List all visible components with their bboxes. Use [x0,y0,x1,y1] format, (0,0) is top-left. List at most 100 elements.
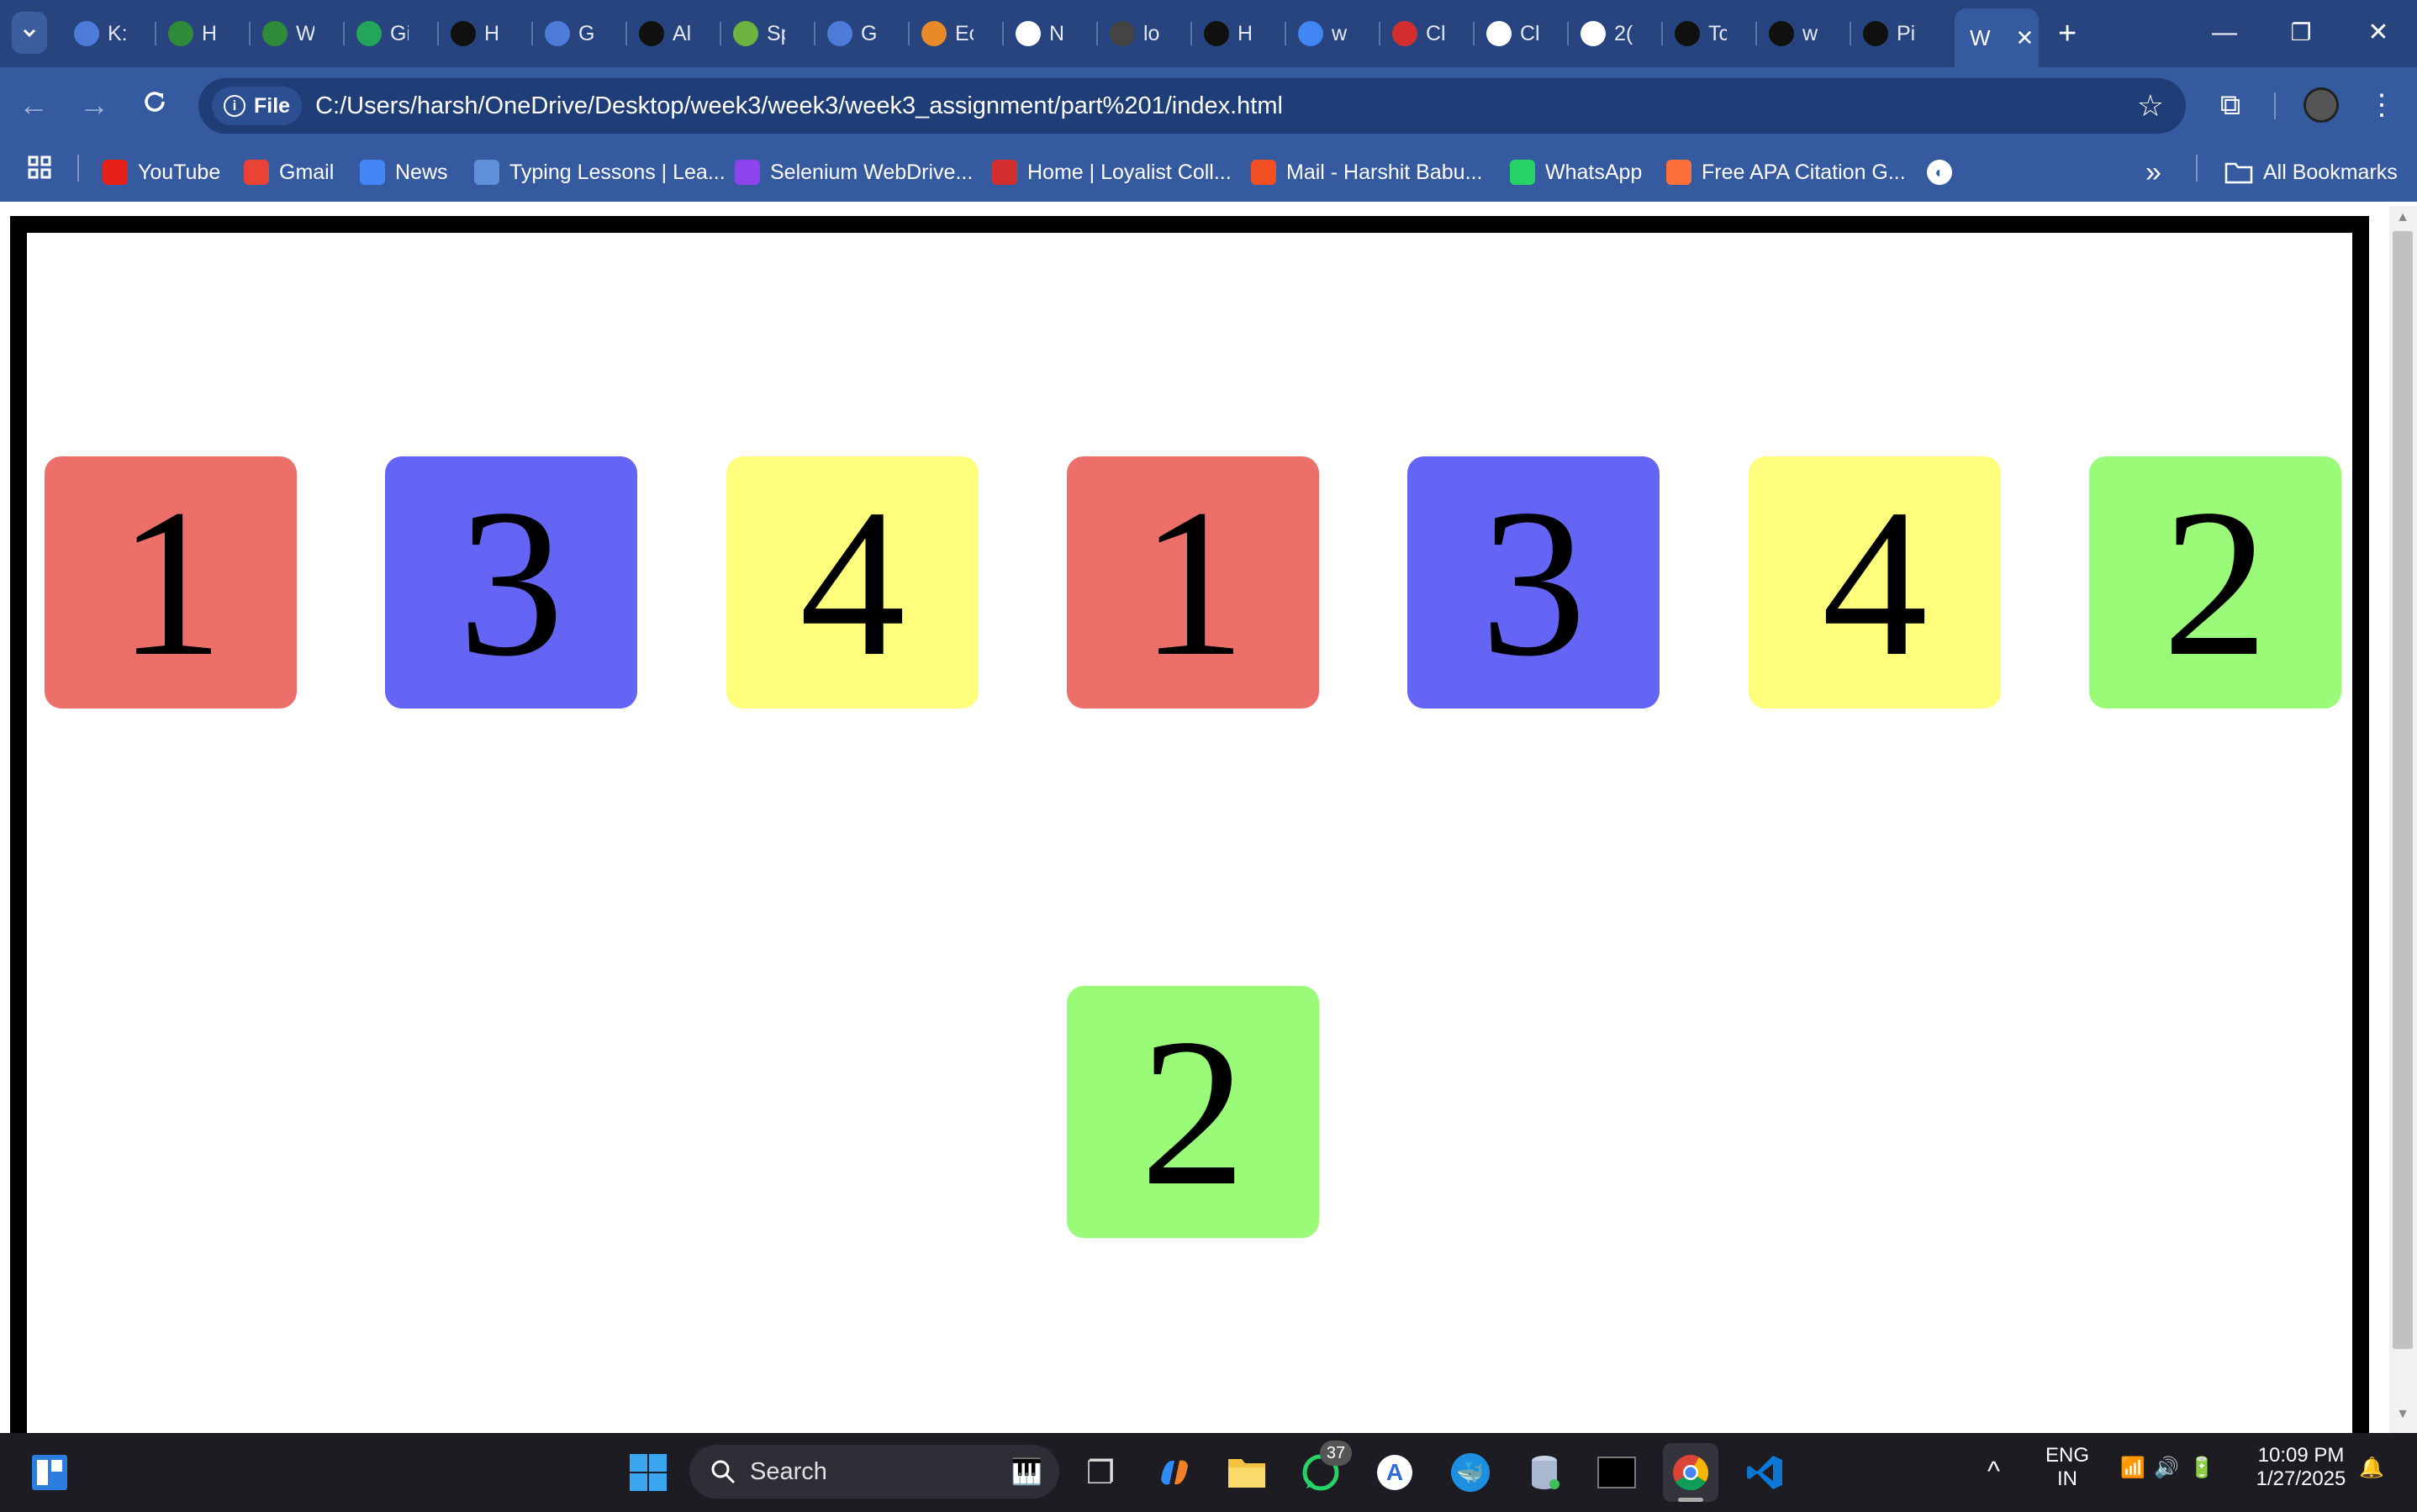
tab-chatgpt-icon [451,21,476,46]
bookmark-3[interactable]: News [360,151,448,193]
tab-18[interactable]: Tc [1675,10,1727,57]
back-button[interactable]: ← [15,84,52,126]
tab-label: Cl [1426,21,1444,45]
bookmark-favicon-icon [474,160,499,185]
extensions-icon[interactable]: ⧉ [2211,86,2250,124]
tab-9[interactable]: G [827,10,879,57]
widgets-button[interactable] [22,1443,77,1502]
scrollbar-thumb[interactable] [2393,231,2413,1349]
tab-active[interactable]: W ✕ [1955,8,2039,67]
tab-label: W [296,21,314,45]
page-container [10,216,2369,1433]
tab-8[interactable]: Sp [733,10,785,57]
tab-app-icon [74,21,99,46]
bookmark-favicon-icon [735,160,760,185]
bookmark-label: WhatsApp [1545,160,1643,184]
bookmark-star-icon[interactable]: ☆ [2137,88,2164,124]
tab-12[interactable]: lo [1110,10,1162,57]
minimize-button[interactable]: — [2205,13,2244,52]
tab-separator [249,22,251,45]
tab-15[interactable]: Cl [1392,10,1444,57]
bookmark-label: Home | Loyalist Coll... [1027,160,1232,184]
language-indicator[interactable]: ENG IN [2040,1444,2095,1491]
tab-20[interactable]: Pi [1863,10,1915,57]
docker-button[interactable]: 🐳 [1443,1443,1498,1502]
tab-11[interactable]: N [1016,10,1068,57]
tab-label: Gi [390,21,409,45]
tab-separator [437,22,439,45]
tab-4[interactable]: Gi [356,10,409,57]
restore-button[interactable]: ❐ [2282,13,2320,52]
copilot-icon [1161,1460,1188,1485]
globe-bookmark[interactable]: ◐ [1927,151,1952,193]
notification-bell-icon[interactable]: 🔔 [2359,1456,2384,1480]
avatar[interactable] [2304,87,2339,123]
scroll-down-arrow[interactable]: ▼ [2393,1407,2413,1422]
tab-19[interactable]: w [1769,10,1821,57]
screen: K:HWGiHGAlSpGEcNloHwClCl2(TcwPi W ✕ + — … [0,0,2417,1512]
close-tab-icon[interactable]: ✕ [2016,25,2034,51]
more-bookmarks-button[interactable]: » [2145,151,2161,193]
reload-button[interactable] [136,84,173,126]
bookmark-label: Mail - Harshit Babu... [1286,160,1483,184]
terminal-button[interactable] [1589,1443,1644,1502]
tab-app-icon [1486,21,1512,46]
clock-date: 1/27/2025 [2256,1467,2346,1490]
tab-separator [1002,22,1004,45]
url-text[interactable]: C:/Users/harsh/OneDrive/Desktop/week3/we… [315,92,1283,120]
tab-17[interactable]: 2( [1581,10,1633,57]
bookmark-5[interactable]: Selenium WebDrive... [735,151,973,193]
bookmark-label: Selenium WebDrive... [770,160,974,184]
vscode-button[interactable] [1737,1443,1792,1502]
bookmark-4[interactable]: Typing Lessons | Lea... [474,151,726,193]
info-icon: i [224,95,245,117]
database-button[interactable] [1517,1443,1572,1502]
wifi-icon[interactable]: 📶 [2120,1456,2145,1480]
tab-13[interactable]: H [1204,10,1256,57]
tab-14[interactable]: w [1298,10,1350,57]
search-icon [711,1460,736,1484]
apps-grid-icon[interactable] [27,155,52,184]
bookmark-2[interactable]: Gmail [244,151,334,193]
menu-icon[interactable]: ⋮ [2367,86,2396,124]
bookmark-8[interactable]: WhatsApp [1510,151,1642,193]
tab-2[interactable]: H [168,10,220,57]
all-bookmarks-button[interactable]: All Bookmarks [2224,151,2398,193]
bookmark-6[interactable]: Home | Loyalist Coll... [992,151,1232,193]
battery-icon[interactable]: 🔋 [2189,1456,2214,1480]
clock[interactable]: 10:09 PM 1/27/2025 [2246,1444,2356,1491]
new-tab-button[interactable]: + [2058,15,2077,52]
forward-button[interactable]: → [76,84,113,126]
search-placeholder: Search [750,1457,827,1485]
tab-7[interactable]: Al [639,10,691,57]
tab-16[interactable]: Cl [1486,10,1538,57]
tab-sheets-icon [356,21,382,46]
bookmark-9[interactable]: Free APA Citation G... [1666,151,1906,193]
app-button[interactable]: A [1367,1443,1422,1502]
site-info-chip[interactable]: i File [212,87,303,125]
bookmark-7[interactable]: Mail - Harshit Babu... [1251,151,1482,193]
tab-6[interactable]: G [545,10,597,57]
bookmark-favicon-icon [992,160,1017,185]
tab-10[interactable]: Ec [921,10,974,57]
close-window-button[interactable]: ✕ [2359,13,2398,52]
tab-1[interactable]: K: [74,10,126,57]
file-explorer-button[interactable] [1219,1443,1274,1502]
copilot-button[interactable] [1147,1443,1202,1502]
volume-icon[interactable]: 🔊 [2154,1456,2179,1480]
tab-separator [1850,22,1851,45]
tab-separator [908,22,910,45]
show-hidden-icons-button[interactable]: ^ [1987,1456,2000,1487]
start-button[interactable] [620,1443,676,1502]
tab-search-button[interactable] [12,12,47,54]
scroll-up-arrow[interactable]: ▲ [2393,210,2413,225]
bookmark-1[interactable]: YouTube [103,151,220,193]
toolbar-divider [2274,92,2276,119]
tab-5[interactable]: H [451,10,503,57]
tab-label: Al [673,21,691,45]
taskbar-search[interactable]: Search 🎹 [689,1445,1059,1499]
address-bar[interactable]: i File C:/Users/harsh/OneDrive/Desktop/w… [198,78,2186,134]
tab-3[interactable]: W [262,10,314,57]
chrome-button[interactable] [1663,1443,1718,1502]
task-view-button[interactable]: ❐ [1073,1443,1128,1502]
